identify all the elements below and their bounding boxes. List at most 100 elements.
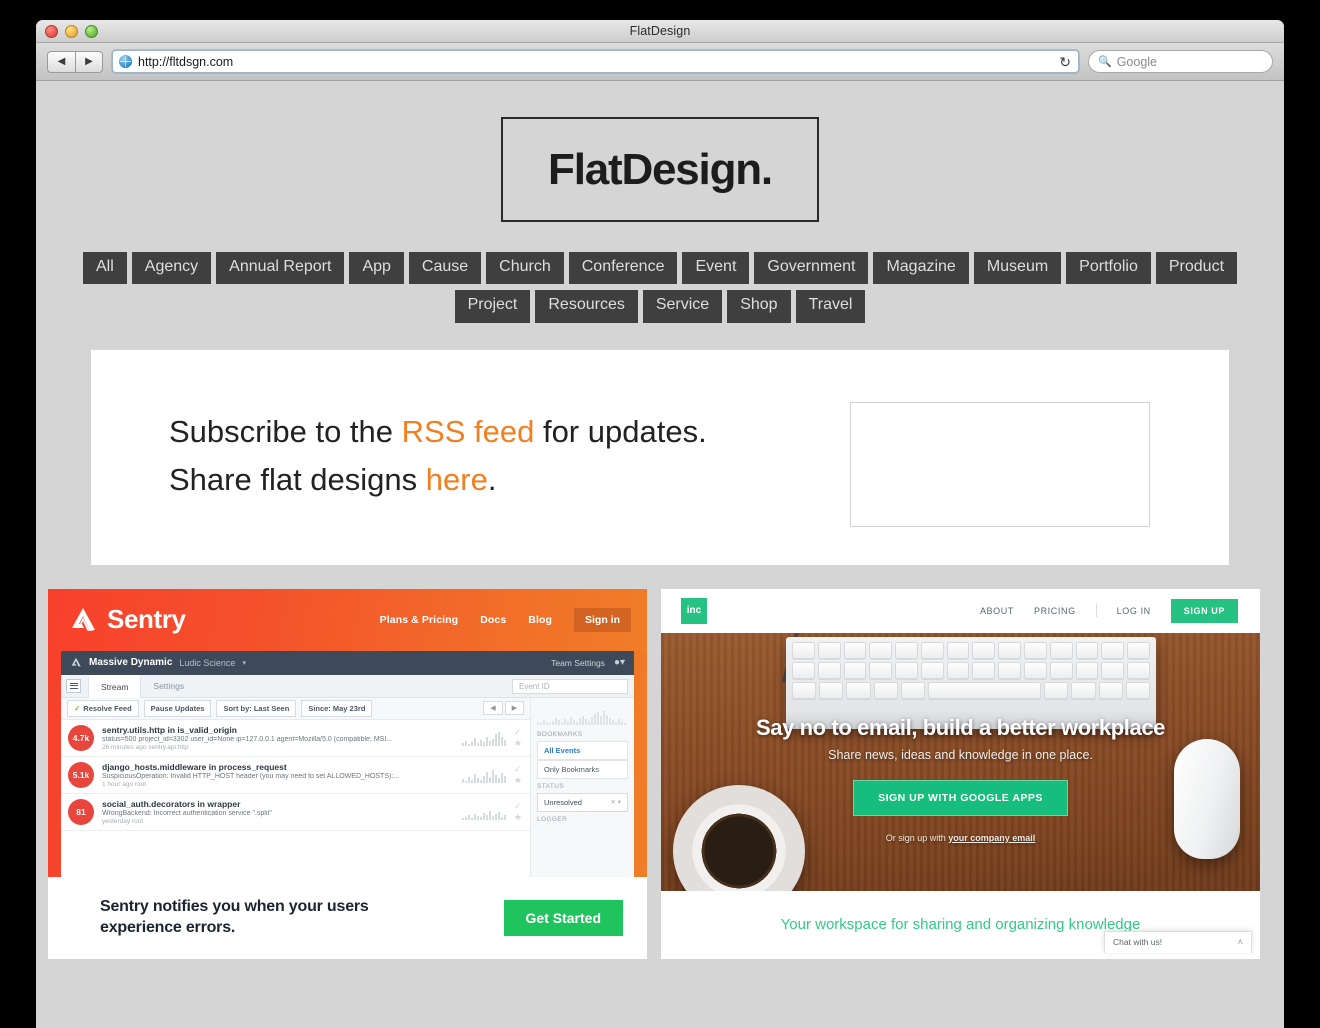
- category-button-project[interactable]: Project: [454, 290, 531, 323]
- ad-placeholder: [850, 401, 1150, 527]
- category-button-government[interactable]: Government: [754, 252, 869, 285]
- category-button-product[interactable]: Product: [1155, 252, 1238, 285]
- close-button[interactable]: [45, 25, 58, 38]
- minimize-button[interactable]: [65, 25, 78, 38]
- keyboard-key: [998, 641, 1022, 659]
- keyboard-row: [792, 641, 1150, 659]
- back-button[interactable]: ◀: [47, 50, 75, 73]
- showcase-card-inc[interactable]: inc ABOUT PRICING LOG IN SIGN UP Say no t…: [661, 588, 1260, 959]
- pager-prev-button[interactable]: ◀: [483, 701, 503, 716]
- subscribe-line1-prefix: Subscribe to the: [169, 413, 402, 449]
- inc-nav-pricing[interactable]: PRICING: [1034, 606, 1076, 616]
- error-sparkline: [461, 767, 506, 783]
- forward-button[interactable]: ▶: [75, 50, 103, 73]
- chevron-up-icon[interactable]: ˄: [1238, 937, 1243, 947]
- error-row[interactable]: 81 social_auth.decorators in wrapper Wrong…: [61, 794, 530, 831]
- app-stream: ✓ Resolve Feed Pause Updates Sort by: Last …: [61, 697, 530, 877]
- page-content: FlatDesign. All Agency Annual Report App Cau…: [36, 81, 1284, 1027]
- category-button-app[interactable]: App: [349, 252, 404, 285]
- inc-nav-about[interactable]: ABOUT: [980, 606, 1014, 616]
- zoom-button[interactable]: [85, 25, 98, 38]
- category-button-church[interactable]: Church: [486, 252, 564, 285]
- user-avatar-icon[interactable]: ●▾: [614, 657, 625, 668]
- tab-stream[interactable]: Stream: [88, 674, 142, 698]
- sentry-tagline: Sentry notifies you when your users expe…: [100, 897, 369, 938]
- menu-icon[interactable]: [66, 678, 81, 693]
- category-button-shop[interactable]: Shop: [727, 290, 791, 323]
- filter-button-pause-updates[interactable]: Pause Updates: [143, 699, 212, 717]
- sentry-nav-plans-pricing[interactable]: Plans & Pricing: [380, 614, 459, 626]
- category-button-event[interactable]: Event: [682, 252, 750, 285]
- category-button-service[interactable]: Service: [642, 290, 723, 323]
- category-button-portfolio[interactable]: Portfolio: [1066, 252, 1151, 285]
- resolve-check-icon[interactable]: ✓: [514, 727, 522, 737]
- site-logo[interactable]: FlatDesign.: [501, 117, 819, 222]
- company-email-link[interactable]: your company email: [948, 833, 1035, 843]
- keyboard-key: [1127, 661, 1150, 679]
- category-button-museum[interactable]: Museum: [973, 252, 1062, 285]
- get-started-button[interactable]: Get Started: [503, 899, 623, 936]
- reload-icon[interactable]: ↻: [1059, 53, 1071, 72]
- window-title: FlatDesign: [629, 24, 691, 38]
- team-settings-link[interactable]: Team Settings: [551, 658, 605, 668]
- sentry-nav-blog[interactable]: Blog: [528, 614, 552, 626]
- filter-button-since-may-23rd[interactable]: Since: May 23rd: [301, 699, 373, 717]
- category-button-cause[interactable]: Cause: [408, 252, 482, 285]
- status-select[interactable]: Unresolved ✕ ▾: [537, 792, 628, 812]
- chat-widget[interactable]: Chat with us! ˄: [1104, 930, 1252, 953]
- sentry-nav-docs[interactable]: Docs: [480, 614, 506, 626]
- filter-label: Since: May 23rd: [308, 703, 366, 713]
- keyboard-key: [792, 681, 817, 699]
- error-row-main: django_hosts.middleware in process_reque…: [102, 762, 454, 789]
- bookmark-star-icon[interactable]: ★: [514, 775, 522, 785]
- bookmark-star-icon[interactable]: ★: [514, 812, 522, 822]
- category-button-annual-report[interactable]: Annual Report: [216, 252, 345, 285]
- bookmark-star-icon[interactable]: ★: [514, 738, 522, 748]
- keyboard-key: [1044, 681, 1069, 699]
- category-button-all[interactable]: All: [83, 252, 127, 285]
- category-button-resources[interactable]: Resources: [535, 290, 638, 323]
- google-apps-signup-button[interactable]: SIGN UP WITH GOOGLE APPS: [853, 779, 1068, 816]
- rss-feed-link[interactable]: RSS feed: [402, 414, 535, 449]
- keyboard-key: [869, 661, 893, 679]
- error-row[interactable]: 4.7k sentry.utils.http in is_valid_origin…: [61, 720, 530, 757]
- chevron-down-icon[interactable]: ▾: [242, 659, 246, 667]
- app-top-right: Team Settings ●▾: [551, 657, 625, 668]
- sidebar-item-all-events[interactable]: All Events: [537, 740, 628, 760]
- keyboard-key: [873, 681, 898, 699]
- category-button-conference[interactable]: Conference: [568, 252, 678, 285]
- error-row-title: sentry.utils.http in is_valid_origin: [102, 724, 237, 735]
- inc-header: inc ABOUT PRICING LOG IN SIGN UP: [661, 588, 1260, 633]
- category-button-magazine[interactable]: Magazine: [873, 252, 969, 285]
- category-button-travel[interactable]: Travel: [795, 290, 866, 323]
- sentry-brand: Sentry: [68, 604, 186, 635]
- inc-logo[interactable]: inc: [681, 597, 707, 624]
- pager-next-button[interactable]: ▶: [504, 701, 524, 716]
- address-bar[interactable]: http://fltdsgn.com ↻: [112, 50, 1079, 73]
- keyboard-key: [846, 681, 871, 699]
- inc-signup-button[interactable]: SIGN UP: [1170, 598, 1238, 623]
- error-sparkline: [461, 804, 506, 820]
- keyboard-key: [1024, 661, 1047, 679]
- inc-login-link[interactable]: LOG IN: [1117, 606, 1151, 616]
- sentry-signin-button[interactable]: Sign in: [574, 607, 631, 632]
- filter-button-sort-by-last-seen[interactable]: Sort by: Last Seen: [216, 699, 297, 717]
- window-titlebar: FlatDesign: [36, 20, 1284, 43]
- search-box[interactable]: 🔍 Google: [1088, 50, 1273, 73]
- keyboard-key: [920, 641, 944, 659]
- filter-label: Resolve Feed: [83, 703, 132, 713]
- sidebar-item-only-bookmarks[interactable]: Only Bookmarks: [537, 759, 628, 779]
- event-id-input[interactable]: Event ID: [512, 678, 628, 694]
- error-row-subtitle: SuspiciousOperation: Invalid HTTP_HOST h…: [102, 772, 400, 780]
- showcase-card-sentry[interactable]: Sentry Plans & Pricing Docs Blog Sign in Ma…: [48, 588, 647, 959]
- filter-button-resolve-feed[interactable]: ✓ Resolve Feed: [67, 699, 139, 717]
- resolve-check-icon[interactable]: ✓: [514, 801, 522, 811]
- tab-settings[interactable]: Settings: [141, 675, 196, 697]
- resolve-check-icon[interactable]: ✓: [514, 764, 522, 774]
- share-here-link[interactable]: here: [426, 462, 488, 497]
- inc-hero: Say no to email, build a better workplac…: [661, 632, 1260, 891]
- keyboard-row: [792, 661, 1150, 679]
- subscribe-banner: Subscribe to the RSS feed for updates. S…: [91, 349, 1229, 565]
- category-button-agency[interactable]: Agency: [131, 252, 212, 285]
- error-row[interactable]: 5.1k django_hosts.middleware in process_r…: [61, 757, 530, 794]
